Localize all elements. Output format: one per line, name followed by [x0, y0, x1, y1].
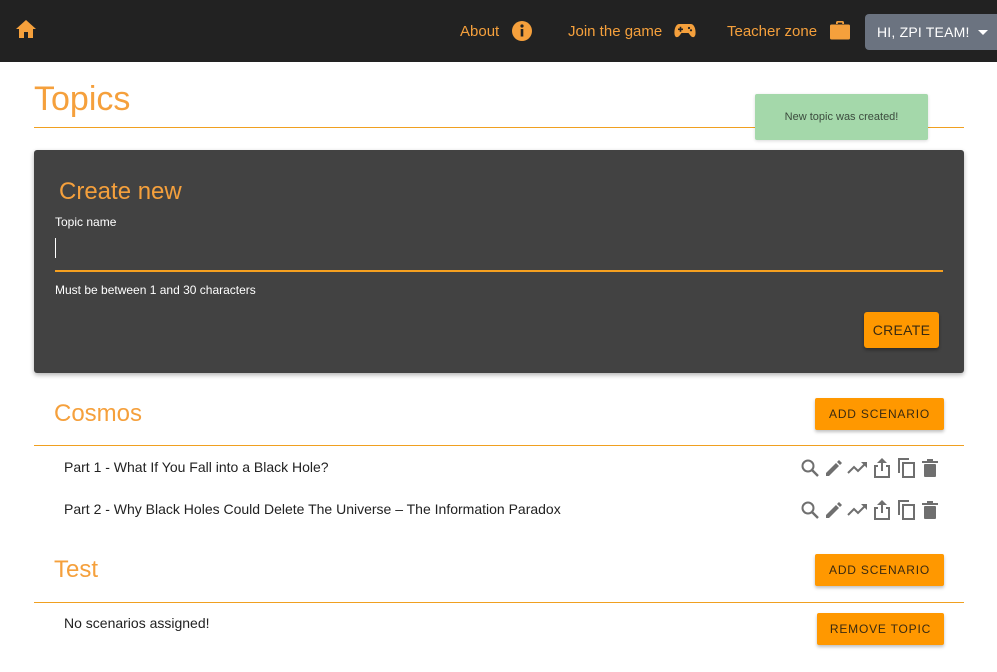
- edit-icon[interactable]: [822, 498, 846, 522]
- create-button[interactable]: CREATE: [864, 312, 939, 348]
- topic-divider-test: [34, 602, 964, 603]
- success-toast: New topic was created!: [755, 94, 928, 140]
- user-menu-label: HI, ZPI TEAM!: [877, 24, 970, 40]
- scenario-actions: [798, 456, 942, 480]
- home-icon: [16, 20, 36, 38]
- top-navbar: About Join the game Teacher zone HI, ZPI…: [0, 0, 997, 62]
- create-heading: Create new: [59, 178, 182, 205]
- topic-name-label: Topic name: [55, 215, 117, 229]
- add-scenario-button-test[interactable]: ADD SCENARIO: [815, 554, 944, 586]
- nav-about-label: About: [460, 22, 500, 40]
- edit-icon[interactable]: [822, 456, 846, 480]
- create-topic-card: Create new Topic name Must be between 1 …: [34, 150, 964, 373]
- toast-message: New topic was created!: [784, 111, 899, 123]
- user-menu-button[interactable]: HI, ZPI TEAM!: [865, 14, 997, 50]
- nav-teacher-zone[interactable]: Teacher zone: [727, 0, 851, 62]
- page-title: Topics: [34, 80, 131, 118]
- info-icon: [512, 21, 533, 41]
- search-icon[interactable]: [798, 456, 822, 480]
- topic-title-cosmos: Cosmos: [54, 400, 143, 427]
- no-scenarios-text: No scenarios assigned!: [64, 615, 210, 631]
- remove-topic-button[interactable]: REMOVE TOPIC: [817, 613, 944, 645]
- share-icon[interactable]: [870, 498, 894, 522]
- copy-icon[interactable]: [894, 498, 918, 522]
- scenario-row: Part 2 - Why Black Holes Could Delete Th…: [64, 496, 944, 522]
- nav-join-label: Join the game: [568, 22, 663, 40]
- scenario-row: Part 1 - What If You Fall into a Black H…: [64, 454, 944, 480]
- delete-icon[interactable]: [918, 498, 942, 522]
- text-cursor: [55, 238, 56, 258]
- copy-icon[interactable]: [894, 456, 918, 480]
- trending-icon[interactable]: [846, 498, 870, 522]
- scenario-name: Part 1 - What If You Fall into a Black H…: [64, 459, 329, 475]
- topic-name-hint: Must be between 1 and 30 characters: [55, 283, 256, 297]
- topic-divider-cosmos: [34, 445, 964, 446]
- scenario-actions: [798, 498, 942, 522]
- add-scenario-button-cosmos[interactable]: ADD SCENARIO: [815, 398, 944, 430]
- briefcase-icon: [830, 21, 851, 40]
- delete-icon[interactable]: [918, 456, 942, 480]
- scenario-name: Part 2 - Why Black Holes Could Delete Th…: [64, 501, 561, 517]
- trending-icon[interactable]: [846, 456, 870, 480]
- nav-join-game[interactable]: Join the game: [568, 0, 696, 62]
- chevron-down-icon: [977, 29, 988, 35]
- search-icon[interactable]: [798, 498, 822, 522]
- topic-name-input[interactable]: [55, 236, 943, 272]
- topic-title-test: Test: [54, 556, 99, 583]
- share-icon[interactable]: [870, 456, 894, 480]
- gamepad-icon: [674, 24, 696, 38]
- nav-teacher-label: Teacher zone: [727, 22, 818, 40]
- nav-about[interactable]: About: [460, 0, 533, 62]
- home-button[interactable]: [14, 18, 40, 44]
